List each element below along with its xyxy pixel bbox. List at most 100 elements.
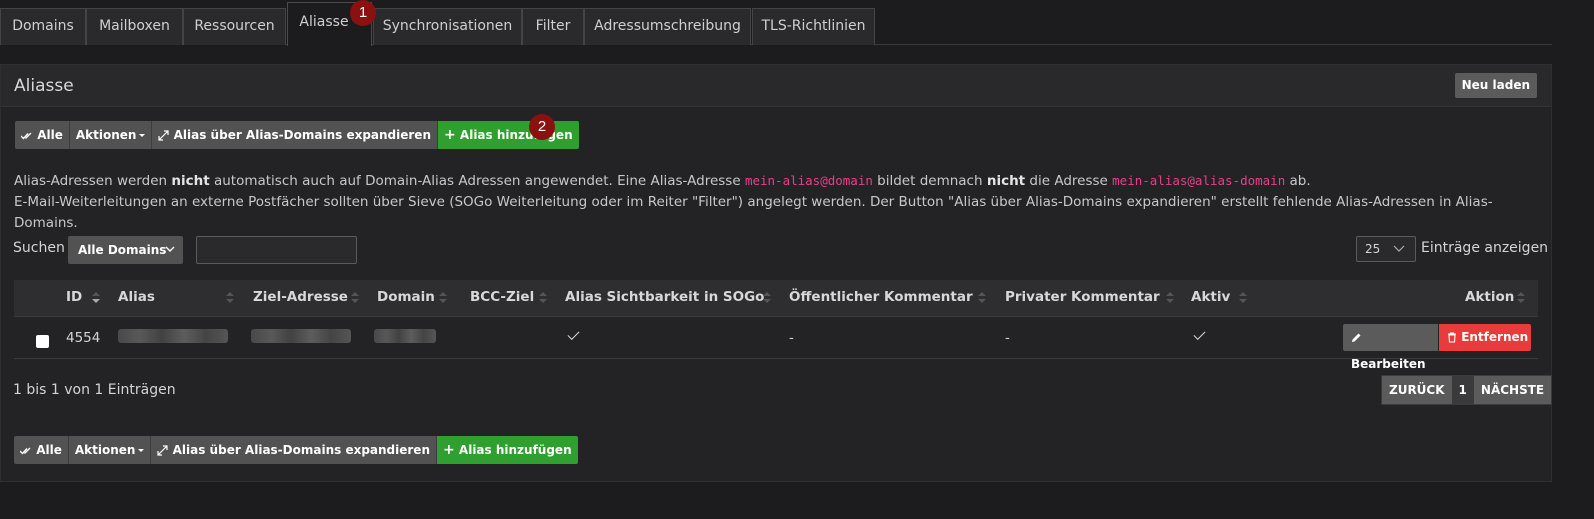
sort-icon[interactable]: [978, 292, 986, 304]
next-page-button[interactable]: NÄCHSTE: [1473, 376, 1552, 404]
sort-icon[interactable]: [1166, 292, 1174, 304]
edit-button[interactable]: Bearbeiten: [1343, 324, 1438, 371]
info-text-part: die Adresse: [1025, 173, 1113, 189]
header-bcc[interactable]: BCC-Ziel: [470, 289, 534, 305]
sort-icon[interactable]: [1517, 292, 1525, 304]
search-input[interactable]: [196, 236, 357, 264]
tab-adressumschreibung[interactable]: Adressumschreibung: [584, 8, 751, 45]
table-row: 4554 - - Bearbeiten Entfernen: [14, 316, 1538, 371]
tab-synchronisationen[interactable]: Synchronisationen: [373, 8, 522, 45]
code-snippet: mein-alias@domain: [744, 173, 873, 188]
domain-filter-value: Alle Domains: [78, 243, 167, 257]
header-domain[interactable]: Domain: [377, 289, 435, 305]
page-length-label: Einträge anzeigen: [1421, 240, 1549, 256]
header-public-comment[interactable]: Öffentlicher Kommentar: [789, 289, 973, 305]
select-all-button[interactable]: Alle: [14, 436, 69, 464]
code-snippet: mein-alias@alias-domain: [1112, 173, 1286, 188]
aliases-panel: Aliasse Neu laden Alle Aktionen Alias üb…: [0, 64, 1552, 482]
actions-dropdown-button[interactable]: Aktionen: [69, 121, 153, 149]
info-text-part: Alias-Adressen werden: [14, 173, 172, 189]
search-label: Suchen: [13, 240, 65, 256]
redacted-target: [251, 329, 351, 343]
sort-icon[interactable]: [226, 292, 234, 304]
tab-filter[interactable]: Filter: [522, 8, 584, 45]
cell-id: 4554: [66, 330, 101, 346]
pencil-icon: [1352, 333, 1361, 342]
tab-label: Aliasse: [299, 14, 349, 30]
panel-title: Aliasse: [14, 76, 74, 96]
add-alias-button[interactable]: + Alias hinzufügen: [437, 436, 578, 464]
header-alias[interactable]: Alias: [118, 289, 155, 305]
add-alias-label: Alias hinzufügen: [459, 128, 573, 142]
expand-icon: [158, 130, 170, 141]
tab-tls-richtlinien[interactable]: TLS-Richtlinien: [752, 8, 875, 45]
info-emphasis: nicht: [171, 173, 210, 189]
header-private-comment[interactable]: Privater Kommentar: [1005, 289, 1160, 305]
select-all-label: Alle: [36, 443, 62, 457]
check-icon: [1193, 327, 1206, 341]
trash-icon: [1448, 332, 1456, 343]
tab-label: Domains: [12, 18, 74, 34]
info-text-part: ab.: [1285, 173, 1311, 189]
header-active[interactable]: Aktiv: [1191, 289, 1230, 305]
tab-label: Mailboxen: [99, 18, 170, 34]
delete-label: Entfernen: [1461, 330, 1529, 344]
tab-label: Ressourcen: [194, 18, 275, 34]
caret-down-icon: [138, 449, 145, 452]
sort-icon[interactable]: [1239, 292, 1247, 304]
info-text-part: bildet demnach: [872, 173, 987, 189]
info-emphasis: nicht: [986, 173, 1026, 189]
actions-label: Aktionen: [74, 443, 136, 457]
prev-page-button[interactable]: ZURÜCK: [1382, 376, 1452, 404]
tab-ressourcen[interactable]: Ressourcen: [183, 8, 286, 45]
sort-icon[interactable]: [439, 292, 447, 304]
check-icon: [567, 327, 580, 341]
result-info: 1 bis 1 von 1 Einträgen: [13, 382, 176, 398]
select-all-label: Alle: [37, 128, 63, 142]
header-target[interactable]: Ziel-Adresse: [253, 289, 348, 305]
sort-icon[interactable]: [351, 292, 359, 304]
actions-dropdown-button[interactable]: Aktionen: [68, 436, 152, 464]
expand-alias-domains-button[interactable]: Alias über Alias-Domains expandieren: [152, 121, 438, 149]
header-sogo-visibility[interactable]: Alias Sichtbarkeit in SOGo: [565, 289, 764, 305]
chevron-down-icon: [1393, 245, 1405, 252]
select-all-button[interactable]: Alle: [15, 121, 70, 149]
redacted-alias: [118, 329, 228, 343]
sort-icon[interactable]: [92, 292, 100, 304]
tab-domains[interactable]: Domains: [0, 8, 86, 45]
nav-tabs: Domains Mailboxen Ressourcen Aliasse Syn…: [0, 0, 1552, 46]
tab-label: Synchronisationen: [382, 18, 513, 34]
delete-button[interactable]: Entfernen: [1439, 324, 1531, 351]
plus-icon: +: [444, 127, 456, 143]
page-1-button[interactable]: 1: [1451, 376, 1474, 404]
sort-icon[interactable]: [539, 292, 547, 304]
toolbar-bottom: Alle Aktionen Alias über Alias-Domains e…: [14, 436, 578, 464]
sort-icon[interactable]: [763, 292, 771, 304]
row-checkbox[interactable]: [36, 335, 49, 348]
reload-button[interactable]: Neu laden: [1454, 73, 1537, 98]
tab-label: Filter: [535, 18, 571, 34]
double-check-icon: [19, 447, 31, 455]
table-header: ID Alias Ziel-Adresse Domain BCC-Ziel Al…: [14, 280, 1538, 316]
add-alias-button[interactable]: + Alias hinzufügen: [438, 121, 579, 149]
expand-label: Alias über Alias-Domains expandieren: [173, 128, 431, 142]
panel-header: Aliasse Neu laden: [1, 65, 1551, 107]
page-length-value: 25: [1365, 242, 1381, 256]
expand-alias-domains-button[interactable]: Alias über Alias-Domains expandieren: [151, 436, 437, 464]
actions-label: Aktionen: [75, 128, 137, 142]
domain-filter-select[interactable]: Alle Domains: [68, 236, 183, 264]
tab-mailboxen[interactable]: Mailboxen: [86, 8, 183, 45]
pagination: ZURÜCK 1 NÄCHSTE: [1381, 375, 1553, 405]
info-line-2: E-Mail-Weiterleitungen an externe Postfä…: [14, 194, 1493, 231]
tab-label: Adressumschreibung: [594, 18, 741, 34]
header-id[interactable]: ID: [66, 289, 82, 305]
caret-down-icon: [139, 134, 146, 137]
expand-icon: [157, 445, 169, 456]
double-check-icon: [20, 132, 32, 140]
info-text: Alias-Adressen werden nicht automatisch …: [14, 170, 1544, 234]
info-text-part: automatisch auch auf Domain-Alias Adress…: [209, 173, 745, 189]
chevron-down-icon: [165, 246, 175, 252]
toolbar-top: Alle Aktionen Alias über Alias-Domains e…: [15, 121, 579, 149]
header-action[interactable]: Aktion: [1465, 289, 1514, 305]
page-length-select[interactable]: 25: [1356, 236, 1416, 262]
